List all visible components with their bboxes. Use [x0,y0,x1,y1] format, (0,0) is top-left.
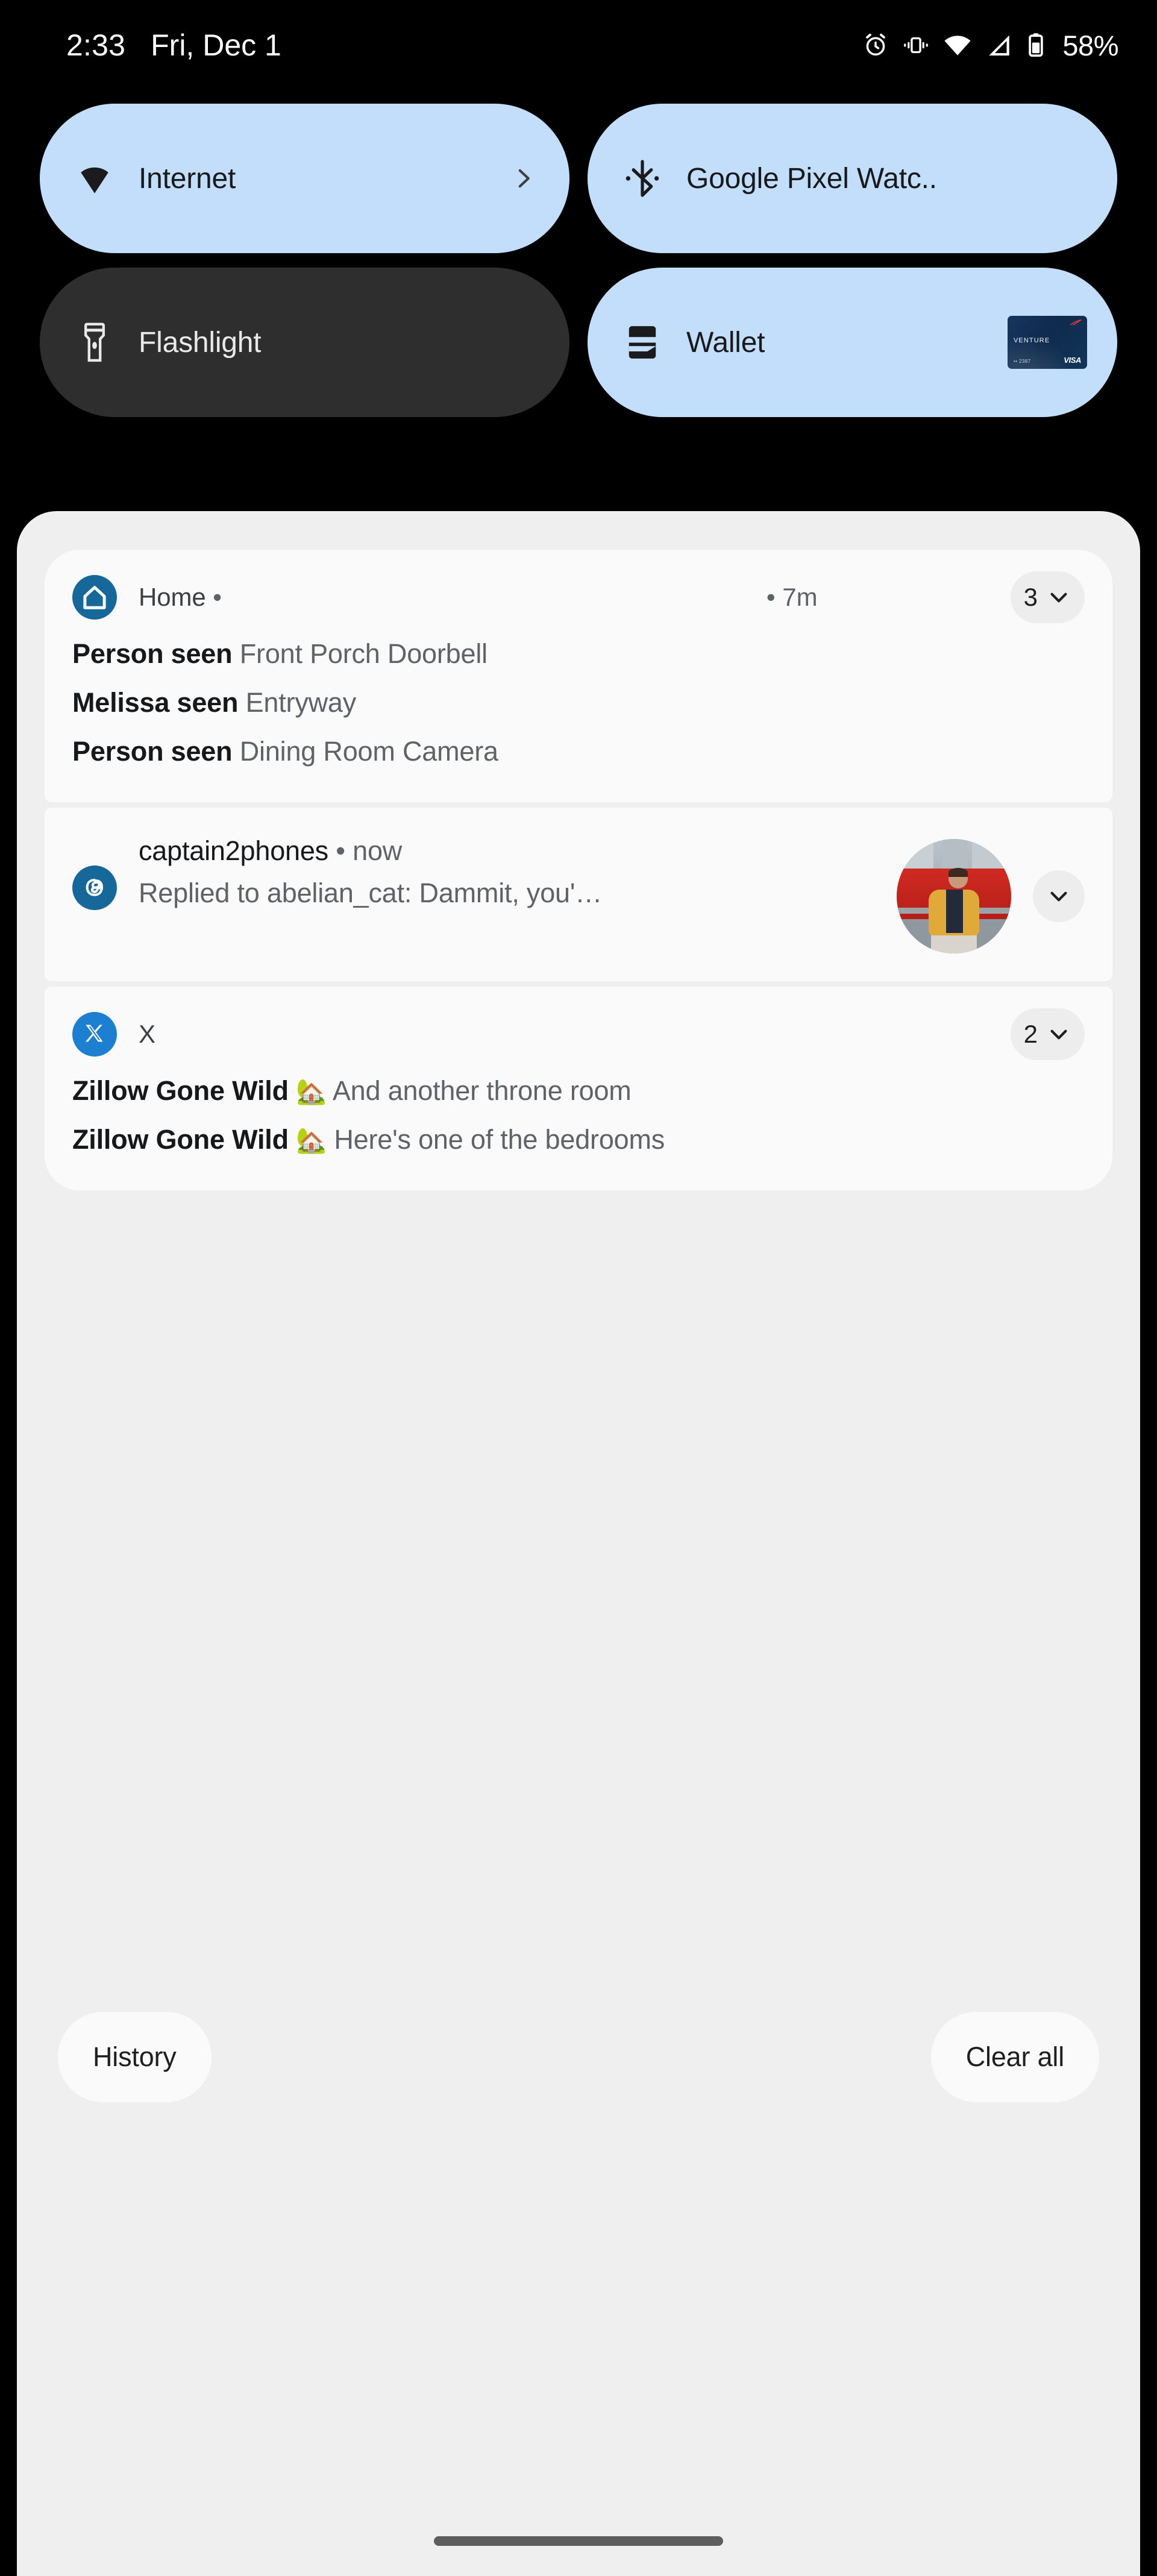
qs-tile-label-bluetooth: Google Pixel Watc.. [686,162,937,195]
qs-tile-internet[interactable]: Internet [40,104,569,253]
notification-row: captain2phones • now Replied to abelian_… [72,835,1085,953]
wallet-card-product: VENTURE [1014,337,1050,344]
notification-expand-button[interactable]: 3 [1011,571,1085,623]
notification-app-name: Home • [139,583,222,612]
capital-one-logo-icon [1070,319,1082,327]
battery-percent-label: 58% [1062,29,1118,62]
notification-group-count: 2 [1024,1020,1038,1049]
notification-line: Melissa seen Entryway [72,678,1085,727]
wallet-icon [621,321,663,363]
notification-header: Home • • 7m 3 [72,575,1085,620]
qs-tile-label-internet: Internet [139,162,236,195]
android-notification-shade-screen: 2:33 Fri, Dec 1 [0,0,1157,2576]
notification-line: Person seen Dining Room Camera [72,727,1085,776]
notification-home[interactable]: Home • • 7m 3 Pers [45,550,1112,802]
notification-expand-button[interactable] [1033,870,1085,922]
qs-tile-wallet[interactable]: Wallet VENTURE •• 2387 VISA [588,268,1117,417]
notification-expand-button[interactable]: 2 [1011,1008,1085,1060]
notification-line: Zillow Gone Wild 🏡 Here's one of the bed… [72,1115,1085,1164]
chevron-down-icon [1046,884,1071,909]
notification-header: X 2 [72,1012,1085,1057]
notification-app-name: X [139,1020,155,1049]
wifi-icon [943,32,972,58]
notification-body-lines: Zillow Gone Wild 🏡 And another throne ro… [72,1066,1085,1164]
chevron-right-icon[interactable] [510,166,536,191]
wifi-icon [74,157,116,199]
notification-list: Home • • 7m 3 Pers [45,550,1112,1196]
notification-group-count: 3 [1024,583,1038,612]
flashlight-icon [74,321,116,363]
status-bar: 2:33 Fri, Dec 1 [0,0,1157,90]
home-icon [72,575,117,620]
qs-tile-bluetooth[interactable]: Google Pixel Watc.. [588,104,1117,253]
notification-x[interactable]: X 2 Zillow Gone Wild 🏡 And an [45,987,1112,1190]
threads-icon [72,865,117,910]
notification-body: captain2phones • now Replied to abelian_… [117,835,882,909]
qs-tile-flashlight[interactable]: Flashlight [40,268,569,417]
status-date: Fri, Dec 1 [151,28,281,63]
status-bar-left: 2:33 Fri, Dec 1 [66,28,281,63]
cellular-signal-icon [985,32,1013,58]
chevron-down-icon [1046,585,1071,610]
notification-line: Person seen Front Porch Doorbell [72,629,1085,678]
battery-icon [1026,32,1046,58]
avatar [897,839,1011,953]
qs-tile-label-wallet: Wallet [686,326,765,359]
status-clock: 2:33 [66,28,125,63]
gesture-nav-pill[interactable] [434,2536,723,2546]
clear-all-button[interactable]: Clear all [931,2012,1099,2102]
x-icon [72,1012,117,1057]
wallet-card-thumbnail[interactable]: VENTURE •• 2387 VISA [1008,316,1087,369]
wallet-card-network: VISA [1064,356,1081,365]
vibrate-icon [902,32,930,58]
notification-line: Zillow Gone Wild 🏡 And another throne ro… [72,1066,1085,1115]
notification-timestamp: • 7m [767,583,818,612]
status-bar-right: 58% [862,29,1118,62]
shade-action-row: History Clear all [58,2012,1099,2102]
notification-body-lines: Person seen Front Porch Doorbell Melissa… [72,629,1085,776]
quick-settings-grid: Internet Google Pixel Watc.. [40,104,1117,417]
alarm-icon [862,32,889,58]
notification-title: captain2phones • now [139,835,882,867]
notification-subtitle: Replied to abelian_cat: Dammit, you'… [139,878,882,909]
notification-threads[interactable]: captain2phones • now Replied to abelian_… [45,808,1112,981]
history-button[interactable]: History [58,2012,212,2102]
bluetooth-icon [621,157,663,199]
qs-tile-label-flashlight: Flashlight [139,326,261,359]
chevron-down-icon [1046,1022,1071,1047]
wallet-card-last-four: •• 2387 [1014,359,1030,364]
notification-shade-panel: Home • • 7m 3 Pers [17,511,1140,2576]
